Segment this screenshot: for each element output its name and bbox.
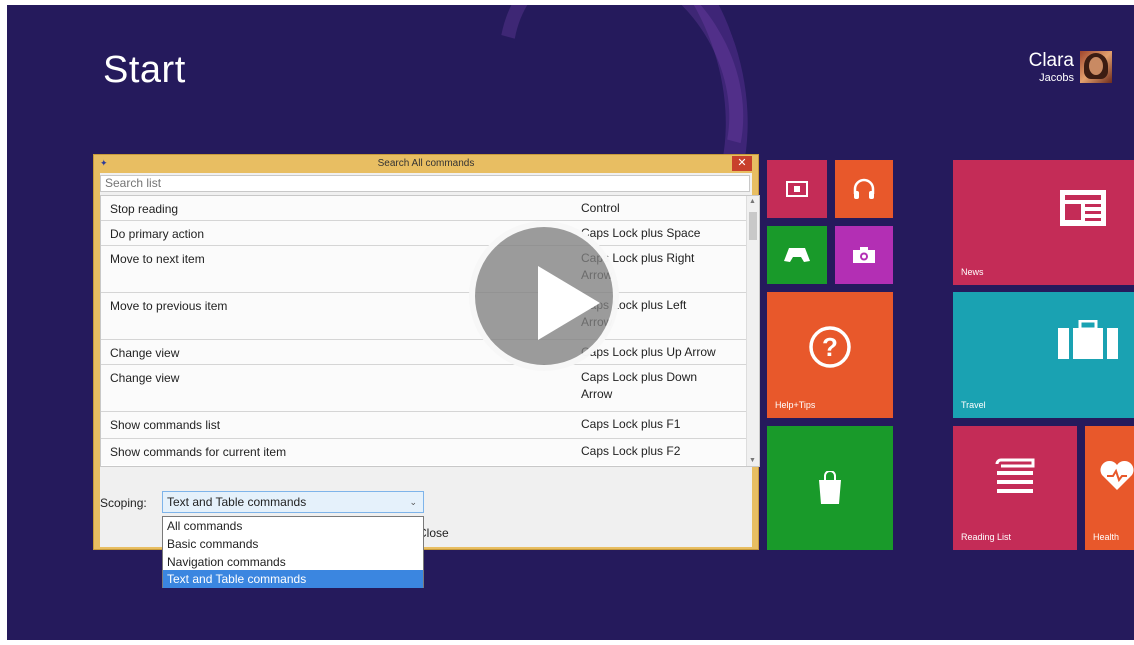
dropdown-option[interactable]: Basic commands [163,535,423,553]
video-icon [786,181,808,197]
heart-icon [1100,460,1134,490]
tile-label: Reading List [961,532,1012,542]
command-keys: Control [581,201,620,215]
scrollbar-thumb[interactable] [749,212,757,240]
list-item[interactable]: Show commands for current item Caps Lock… [101,439,748,465]
scoping-label: Scoping: [100,496,147,510]
tile-label: Health [1093,532,1120,542]
scoping-value: Text and Table commands [167,495,307,509]
dialog-titlebar[interactable]: ✦ Search All commands ✕ [94,155,758,173]
tile-help[interactable]: ? Help+Tips [767,292,893,418]
command-name: Show commands for current item [110,445,287,459]
reading-list-icon [995,458,1035,493]
help-icon: ? [809,326,851,368]
search-commands-dialog: ✦ Search All commands ✕ Stop reading Con… [94,155,760,549]
command-keys: Caps Lock plus Up Arrow [581,345,716,359]
close-button[interactable]: Close [418,523,478,543]
tile-reading-list[interactable]: Reading List [953,426,1077,550]
tile-camera[interactable] [835,226,893,284]
avatar[interactable] [1080,51,1112,83]
play-icon [538,266,600,340]
command-keys: Caps Lock plus F2 [581,444,681,458]
command-keys: Caps Lock plus Down Arrow [581,370,698,401]
list-item[interactable]: Change view Caps Lock plus Up Arrow [101,340,748,365]
list-item[interactable]: Move to previous item Caps Lock plus Lef… [101,293,748,340]
command-name: Change view [110,346,180,360]
dropdown-option-selected[interactable]: Text and Table commands [163,570,423,588]
tile-health[interactable]: Health [1085,426,1134,550]
tile-music[interactable] [835,160,893,218]
suitcase-icon [1058,320,1118,359]
tile-games[interactable] [767,226,827,284]
command-name: Move to previous item [110,299,228,313]
news-icon [1060,189,1106,226]
chevron-up-icon[interactable]: ▲ [749,198,756,205]
start-title: Start [103,49,186,91]
list-item[interactable]: Do primary action Caps Lock plus Space [101,221,748,246]
dropdown-option[interactable]: All commands [163,517,423,535]
command-name: Stop reading [110,202,179,216]
tile-news[interactable]: News [953,160,1134,285]
tile-label: Help+Tips [775,400,816,410]
search-input[interactable] [100,175,750,192]
game-controller-icon [784,248,810,262]
command-name: Move to next item [110,252,205,266]
tile-label: News [961,267,984,277]
list-item[interactable]: Stop reading Control [101,196,748,221]
list-item[interactable]: Move to next item Caps Lock plus Right A… [101,246,748,293]
command-name: Change view [110,371,180,385]
chevron-down-icon[interactable]: ⌄ [409,492,417,512]
list-item[interactable]: Change view Caps Lock plus Down Arrow [101,365,748,412]
tile-label: Travel [961,400,986,410]
store-icon [819,471,841,504]
commands-list[interactable]: Stop reading Control Do primary action C… [100,195,760,467]
tile-video[interactable] [767,160,827,218]
command-name: Show commands list [110,418,221,432]
list-item[interactable]: Show commands list Caps Lock plus F1 [101,412,748,439]
dropdown-option[interactable]: Navigation commands [163,553,423,571]
dialog-title: Search All commands [377,158,475,169]
command-name: Do primary action [110,227,205,241]
tile-store[interactable] [767,426,893,550]
list-scrollbar[interactable]: ▲ ▼ [746,196,759,466]
camera-icon [853,247,875,263]
dialog-body: Stop reading Control Do primary action C… [100,173,760,547]
user-last-name: Jacobs [1039,72,1074,84]
close-icon[interactable]: ✕ [732,156,752,171]
scoping-dropdown-list[interactable]: All commands Basic commands Navigation c… [162,516,424,588]
command-keys: Caps Lock plus Space [581,226,701,240]
user-account[interactable]: Clara Jacobs [1029,51,1112,85]
tile-travel[interactable]: Travel [953,292,1134,418]
chevron-down-icon[interactable]: ▼ [749,457,756,464]
svg-text:?: ? [822,332,838,362]
scoping-select[interactable]: Text and Table commands ⌄ [162,491,424,513]
headphones-icon [853,178,875,199]
command-keys: Caps Lock plus F1 [581,417,681,431]
user-first-name: Clara [1028,50,1074,71]
play-button[interactable] [469,221,619,371]
